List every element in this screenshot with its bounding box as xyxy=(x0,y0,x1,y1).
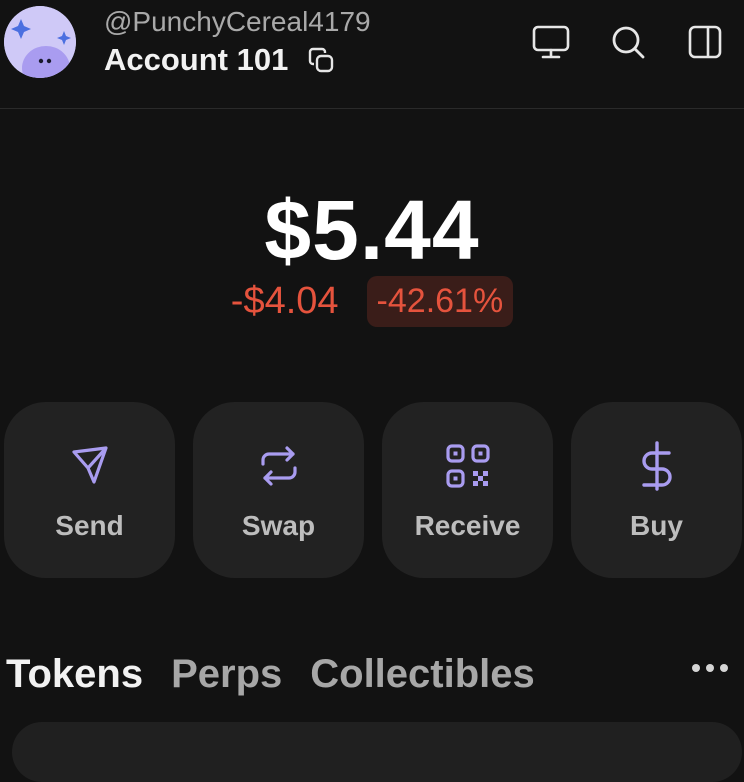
balance-change: -$4.04 -42.61% xyxy=(0,276,744,327)
top-bar: @PunchyCereal4179 Account 101 xyxy=(0,0,744,109)
buy-button[interactable]: Buy xyxy=(571,402,742,578)
send-label: Send xyxy=(55,510,124,541)
tab-perps[interactable]: Perps xyxy=(171,652,282,697)
receive-label: Receive xyxy=(414,510,521,541)
account-selector[interactable]: Account 101 xyxy=(104,42,336,78)
swap-button[interactable]: Swap xyxy=(193,402,364,578)
sidebar-icon[interactable] xyxy=(685,22,725,62)
change-amount: -$4.04 xyxy=(230,280,339,322)
account-handle: @PunchyCereal4179 xyxy=(104,6,371,37)
copy-icon[interactable] xyxy=(306,45,336,75)
search-icon[interactable] xyxy=(608,22,648,62)
tab-tokens[interactable]: Tokens xyxy=(6,652,143,697)
avatar[interactable] xyxy=(4,6,76,78)
token-list-card xyxy=(12,722,742,782)
swap-label: Swap xyxy=(241,510,316,541)
dollar-icon xyxy=(633,441,681,491)
portfolio-tabs: Tokens Perps Collectibles xyxy=(6,652,535,697)
send-icon xyxy=(66,442,114,490)
avatar-image xyxy=(4,6,76,78)
send-button[interactable]: Send xyxy=(4,402,175,578)
receive-button[interactable]: Receive xyxy=(382,402,553,578)
more-dot xyxy=(706,664,714,672)
account-name: Account 101 xyxy=(104,42,289,77)
buy-label: Buy xyxy=(630,510,683,541)
action-buttons: Send Swap Receive Buy xyxy=(4,402,742,578)
more-dot xyxy=(692,664,700,672)
total-balance: $5.44 xyxy=(264,183,480,277)
change-percent-badge: -42.61% xyxy=(366,276,514,327)
more-options-icon[interactable] xyxy=(692,664,728,672)
swap-icon xyxy=(255,442,303,490)
qr-code-icon xyxy=(444,442,492,490)
more-dot xyxy=(720,664,728,672)
monitor-icon[interactable] xyxy=(531,22,571,62)
tab-collectibles[interactable]: Collectibles xyxy=(310,652,535,697)
